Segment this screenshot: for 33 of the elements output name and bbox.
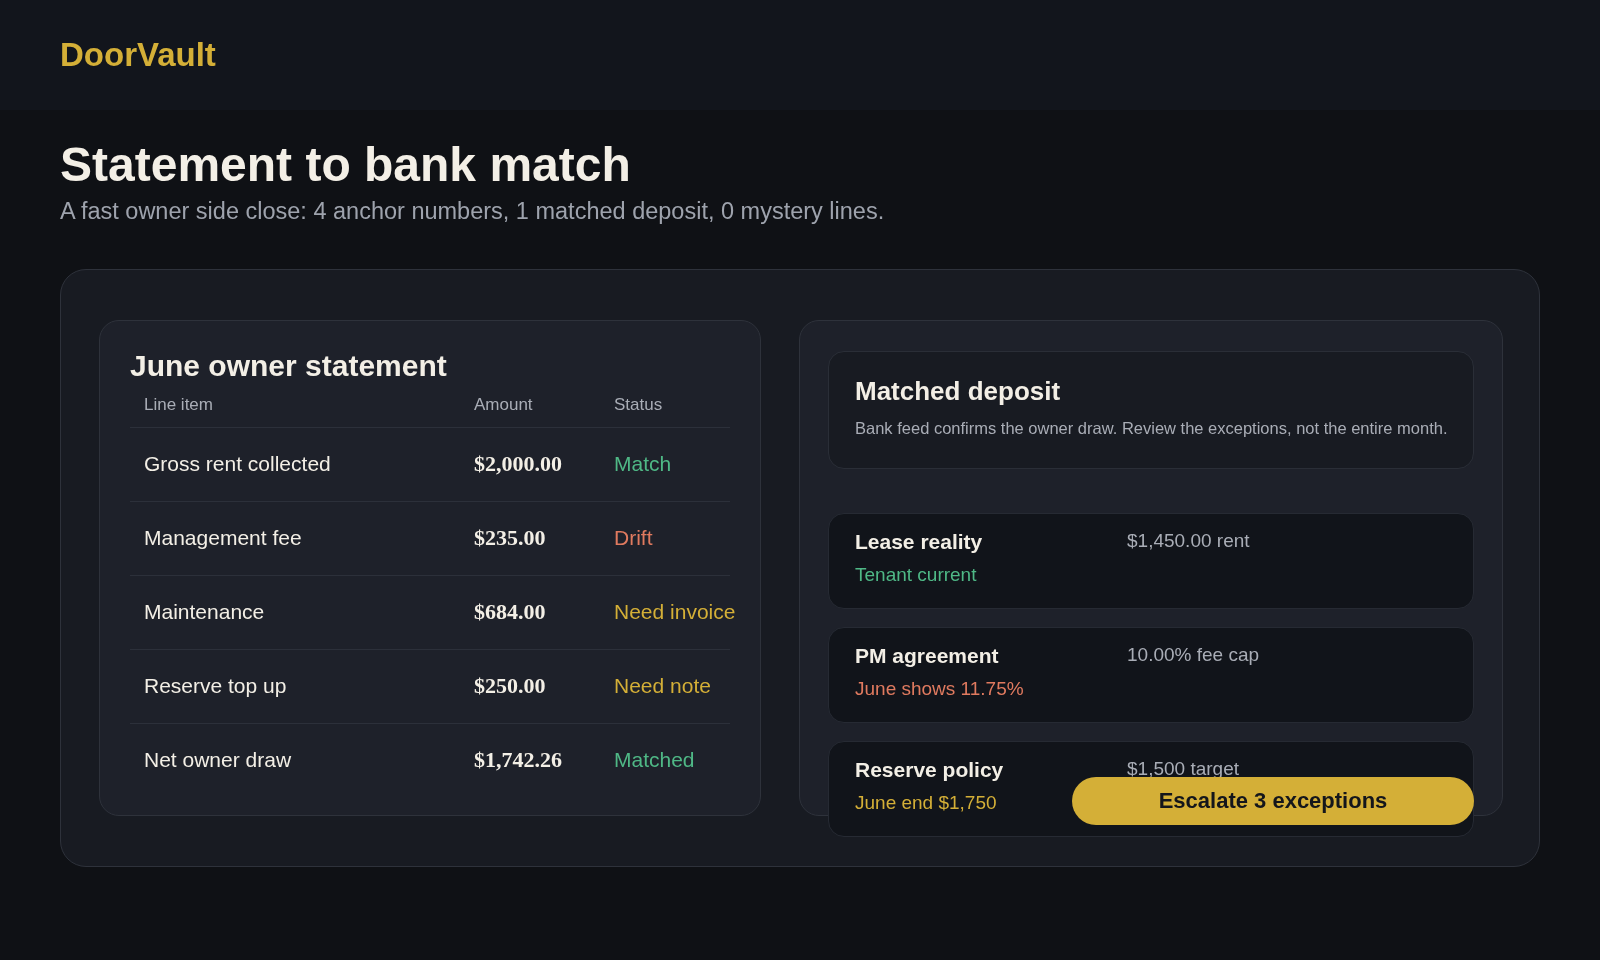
card-title: June owner statement (130, 348, 448, 383)
status-label: Need note (614, 674, 712, 699)
status-label: Matched (614, 748, 696, 773)
check-title: Reserve policy (855, 757, 1005, 782)
card-title: Matched deposit (855, 375, 1062, 407)
table-cell-text: Reserve top up (144, 674, 288, 699)
escalate-button[interactable]: Escalate 3 exceptions (1072, 776, 1474, 825)
status-label: Drift (614, 526, 654, 551)
status-label: Match (614, 452, 673, 477)
page-subtitle: A fast owner side close: 4 anchor numbers, 1 matched deposit, 0 mystery lines. (60, 197, 886, 225)
page-title: Statement to bank match (60, 137, 632, 193)
check-title: PM agreement (855, 643, 1000, 668)
check-title: Lease reality (855, 529, 984, 554)
column-header: Amount (474, 394, 534, 415)
table-cell-text: $250.00 (474, 673, 547, 700)
table-cell-text: Gross rent collected (144, 452, 332, 477)
check-note: June end $1,750 (855, 791, 998, 814)
card-description: Bank feed confirms the owner draw. Review the exceptions, not the entire month. (855, 418, 1447, 438)
table-cell-text: $684.00 (474, 599, 547, 626)
table-cell-text: Net owner draw (144, 748, 293, 773)
check-value: $1,450.00 rent (1127, 529, 1250, 552)
table-cell-text: $2,000.00 (474, 451, 563, 478)
check-note: June shows 11.75% (855, 677, 1025, 700)
column-header: Line item (144, 394, 214, 415)
check-value: 10.00% fee cap (1127, 643, 1260, 666)
status-label: Need invoice (614, 600, 736, 625)
check-note: Tenant current (855, 563, 978, 586)
table-cell-text: $1,742.26 (474, 747, 563, 774)
table-cell-text: Maintenance (144, 600, 266, 625)
brand-logo: DoorVault (60, 36, 216, 74)
table-cell-text: Management fee (144, 526, 303, 551)
table-cell-text: $235.00 (474, 525, 547, 552)
column-header: Status (614, 394, 664, 415)
